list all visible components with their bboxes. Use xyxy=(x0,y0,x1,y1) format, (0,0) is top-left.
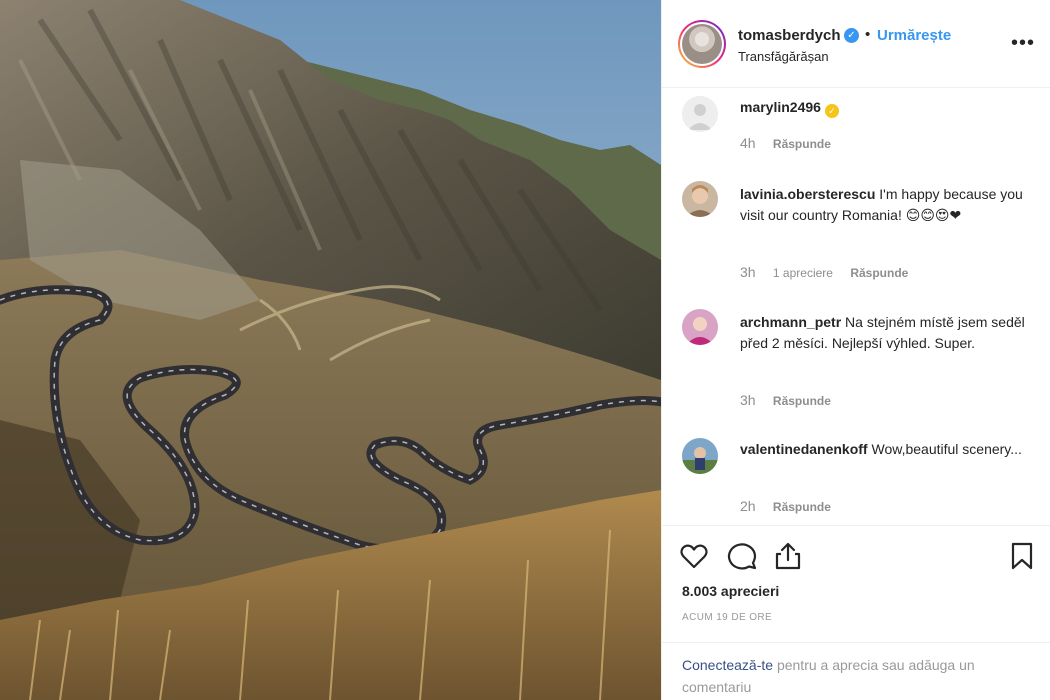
comment-time: 4h xyxy=(740,135,756,151)
post-header: tomasberdych ✓ • Urmărește Transfăgărășa… xyxy=(662,0,1050,88)
comment-time: 3h xyxy=(740,392,756,408)
reply-button[interactable]: Răspunde xyxy=(773,394,831,408)
comment-meta: 4h Răspunde xyxy=(740,135,845,151)
comment-text: marylin2496 ✓ xyxy=(740,97,1030,118)
comment-meta: 2h Răspunde xyxy=(740,498,845,514)
comment-meta: 3h 1 apreciere Răspunde xyxy=(740,264,922,280)
gold-badge-icon: ✓ xyxy=(824,104,839,118)
heart-icon[interactable] xyxy=(678,540,710,572)
share-icon[interactable] xyxy=(772,540,804,572)
comment-time: 3h xyxy=(740,264,756,280)
login-text: Conectează-te pentru a aprecia sau adăug… xyxy=(682,654,1042,698)
author-avatar[interactable] xyxy=(678,20,726,68)
commenter-avatar[interactable] xyxy=(682,438,718,474)
comment-likes[interactable]: 1 apreciere xyxy=(773,266,833,280)
comment-message: Wow,beautiful scenery... xyxy=(867,441,1022,457)
post-location[interactable]: Transfăgărășan xyxy=(738,49,829,64)
comment-username[interactable]: marylin2496 xyxy=(740,99,821,115)
separator-dot: • xyxy=(865,26,871,43)
author-username[interactable]: tomasberdych xyxy=(738,27,841,44)
comment-username[interactable]: valentinedanenkoff xyxy=(740,441,868,457)
reply-button[interactable]: Răspunde xyxy=(773,137,831,151)
comment-username[interactable]: archmann_petr xyxy=(740,314,841,330)
post-side-panel: tomasberdych ✓ • Urmărește Transfăgărășa… xyxy=(661,0,1050,700)
comment-time: 2h xyxy=(740,498,756,514)
mountain-road-image xyxy=(0,0,661,700)
login-prompt: Conectează-te pentru a aprecia sau adăug… xyxy=(662,642,1050,700)
follow-button[interactable]: Urmărește xyxy=(877,27,951,44)
login-link[interactable]: Conectează-te xyxy=(682,657,773,673)
comment-text: lavinia.obersterescu I'm happy because y… xyxy=(740,184,1030,226)
likes-count[interactable]: 8.003 aprecieri xyxy=(682,583,779,599)
comment-text: archmann_petr Na stejném místě jsem sedě… xyxy=(740,312,1030,354)
reply-button[interactable]: Răspunde xyxy=(773,500,831,514)
more-options-icon[interactable]: ••• xyxy=(1011,33,1035,53)
commenter-avatar[interactable] xyxy=(682,96,718,132)
comment-meta: 3h Răspunde xyxy=(740,392,845,408)
comments-list[interactable]: marylin2496 ✓ 4h Răspunde lavinia.oberste… xyxy=(662,89,1050,525)
commenter-avatar[interactable] xyxy=(682,181,718,217)
post-actions: 8.003 aprecieri ACUM 19 DE ORE Conecteaz… xyxy=(662,525,1050,700)
comment-username[interactable]: lavinia.obersterescu xyxy=(740,186,875,202)
verified-badge-icon: ✓ xyxy=(844,28,859,43)
comment-text: valentinedanenkoff Wow,beautiful scenery… xyxy=(740,439,1030,460)
post-time: ACUM 19 DE ORE xyxy=(682,612,773,623)
comment-icon[interactable] xyxy=(726,540,758,572)
bookmark-icon[interactable] xyxy=(1006,540,1038,572)
post-photo[interactable] xyxy=(0,0,661,700)
reply-button[interactable]: Răspunde xyxy=(850,266,908,280)
commenter-avatar[interactable] xyxy=(682,309,718,345)
